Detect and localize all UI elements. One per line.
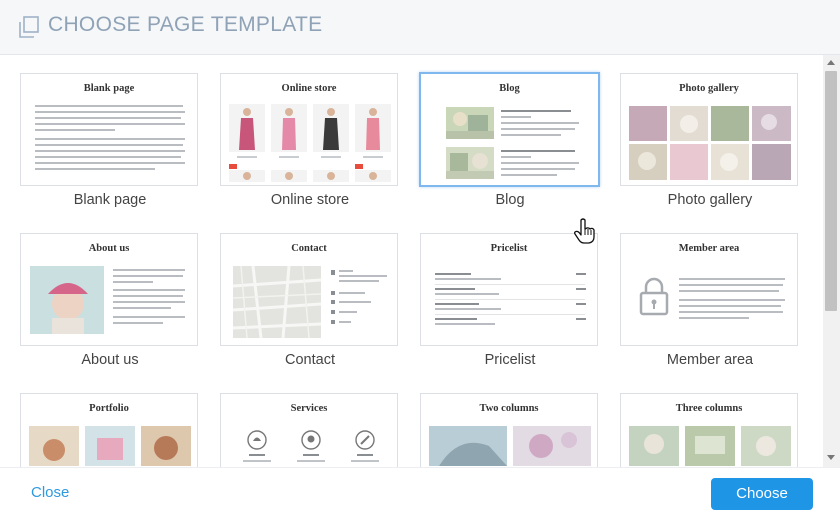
thumb-title: About us xyxy=(88,243,130,254)
scroll-up-arrow-icon[interactable] xyxy=(827,60,835,65)
template-card-online-store[interactable]: Online store xyxy=(220,73,398,186)
template-card-portfolio[interactable]: Portfolio xyxy=(20,393,198,467)
template-card-photo-gallery[interactable]: Photo gallery xyxy=(620,73,798,186)
three-columns-images xyxy=(629,426,791,466)
blog-post-image xyxy=(446,147,494,179)
template-grid[interactable]: Blank page Blank page Online store Onlin… xyxy=(0,55,823,467)
dialog-header: CHOOSE PAGE TEMPLATE xyxy=(0,0,840,55)
thumb-title: Pricelist xyxy=(490,243,528,254)
dialog-footer: Close Choose xyxy=(0,467,840,525)
template-label: Online store xyxy=(270,192,350,208)
gallery-photos-image xyxy=(629,106,791,180)
template-card-pricelist[interactable]: Pricelist xyxy=(420,233,598,346)
contact-map-image xyxy=(233,266,321,338)
store-products-image xyxy=(229,104,391,182)
copy-pages-icon xyxy=(19,16,39,38)
thumb-title: Online store xyxy=(281,83,337,94)
thumb-title: Three columns xyxy=(675,403,743,414)
template-label: Member area xyxy=(666,352,754,368)
choose-button[interactable]: Choose xyxy=(711,478,813,510)
thumb-title: Blank page xyxy=(83,83,135,94)
thumb-title: Photo gallery xyxy=(679,83,739,94)
template-label: Contact xyxy=(285,352,335,368)
two-columns-images xyxy=(429,426,591,466)
about-portrait-image xyxy=(30,266,104,334)
thumb-title: Member area xyxy=(678,243,740,254)
lock-icon xyxy=(639,277,669,316)
services-icons xyxy=(243,430,379,462)
template-label: Pricelist xyxy=(484,352,536,368)
thumb-title: Portfolio xyxy=(89,403,129,414)
template-card-contact[interactable]: Contact xyxy=(220,233,398,346)
thumb-title: Services xyxy=(290,403,328,414)
scrollbar-thumb[interactable] xyxy=(825,71,837,311)
template-card-blank-page[interactable]: Blank page xyxy=(20,73,198,186)
thumb-title: Blog xyxy=(499,83,520,94)
portfolio-images xyxy=(29,426,191,466)
template-card-services[interactable]: Services xyxy=(220,393,398,467)
close-button[interactable]: Close xyxy=(31,484,69,501)
dialog-title: CHOOSE PAGE TEMPLATE xyxy=(48,13,323,36)
thumb-title: Two columns xyxy=(479,403,539,414)
hand-pointer-cursor xyxy=(574,218,595,244)
template-card-about-us[interactable]: About us xyxy=(20,233,198,346)
blog-post-image xyxy=(446,107,494,139)
template-label: About us xyxy=(81,352,139,368)
thumb-title: Contact xyxy=(291,243,327,254)
scroll-down-arrow-icon[interactable] xyxy=(827,455,835,460)
template-label: Photo gallery xyxy=(667,192,753,208)
template-label: Blog xyxy=(495,192,525,208)
template-card-three-columns[interactable]: Three columns xyxy=(620,393,798,467)
template-card-blog[interactable]: Blog xyxy=(419,72,600,187)
template-label: Blank page xyxy=(73,192,147,208)
template-card-two-columns[interactable]: Two columns xyxy=(420,393,598,467)
template-card-member-area[interactable]: Member area xyxy=(620,233,798,346)
